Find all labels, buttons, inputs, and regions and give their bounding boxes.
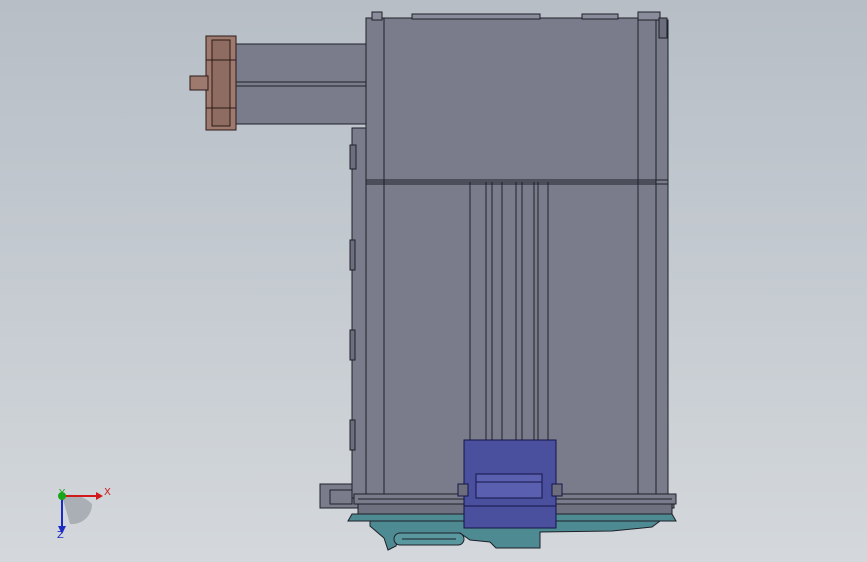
orientation-triad: X Y Z — [40, 478, 120, 548]
axis-x-label: X — [104, 487, 111, 498]
motor-flange[interactable] — [189, 35, 237, 131]
motor-shaft-housing[interactable] — [233, 43, 367, 125]
motor-model-side-view[interactable] — [0, 0, 867, 562]
axis-y-label: Y — [59, 488, 66, 499]
motor-body[interactable] — [349, 11, 677, 515]
cable-connector[interactable] — [457, 439, 563, 529]
graphics-viewport[interactable]: X Y Z — [0, 0, 867, 562]
axis-z-label: Z — [57, 530, 64, 541]
